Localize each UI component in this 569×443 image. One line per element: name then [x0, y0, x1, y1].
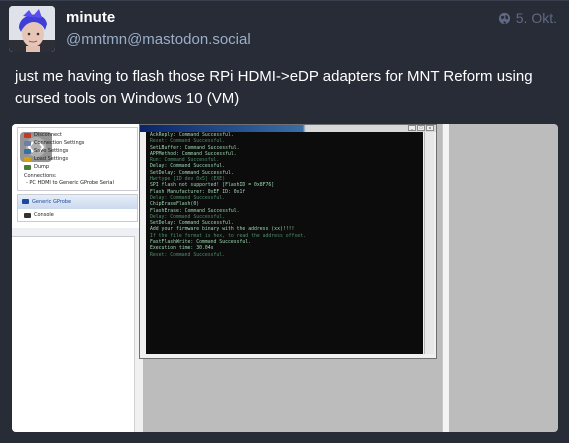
console-item[interactable]: Console [34, 212, 54, 218]
window-controls: _ □ x [408, 125, 434, 131]
load-icon [24, 157, 31, 162]
minimize-button[interactable]: _ [408, 125, 416, 131]
console-lines: AckReply: Command Successful. Reset: Comm… [150, 133, 306, 259]
disconnect-icon [24, 133, 31, 138]
console-line: Reset: Command Successful. [150, 252, 226, 258]
menu-disconnect[interactable]: Disconnect [34, 132, 62, 138]
dump-icon [24, 165, 31, 170]
probe-label[interactable]: Generic GProbe [18, 195, 137, 209]
divider [0, 0, 569, 1]
save-icon [24, 149, 31, 154]
menu-load-settings[interactable]: Load Settings [34, 156, 68, 162]
maximize-button[interactable]: □ [417, 125, 425, 131]
right-scrollbar[interactable] [442, 124, 449, 432]
post-content: just me having to flash those RPi HDMI->… [15, 68, 533, 107]
connection-entry[interactable]: - PC HDMI to Generic GProbe Serial [26, 180, 114, 186]
status-post: minute @mntmn@mastodon.social 5. Okt. ju… [0, 0, 569, 443]
globe-icon [498, 12, 510, 24]
console-scrollbar[interactable] [424, 132, 434, 354]
console-icon [24, 213, 31, 218]
sub-toolbar [12, 228, 142, 237]
settings-icon [24, 141, 31, 146]
connections-label: Connections: [24, 173, 57, 179]
probe-icon [22, 199, 29, 204]
console-window: _ □ x AckReply: Command Successful. Reset… [139, 124, 437, 359]
avatar-image [9, 6, 55, 52]
console-output: AckReply: Command Successful. Reset: Comm… [146, 132, 423, 354]
close-button[interactable]: x [426, 125, 434, 131]
account-handle[interactable]: @mntmn@mastodon.social [66, 31, 251, 48]
media-attachment[interactable]: Disconnect Connection Settings Save Sett… [12, 124, 558, 432]
menu-save-settings[interactable]: Save Settings [34, 148, 68, 154]
console-line: Add your firmware binary with the addres… [150, 227, 295, 233]
gprobe-sidebar: Disconnect Connection Settings Save Sett… [12, 124, 143, 432]
menu-connection-settings[interactable]: Connection Settings [34, 140, 84, 146]
connection-panel: Disconnect Connection Settings Save Sett… [17, 127, 138, 191]
avatar[interactable] [9, 6, 55, 52]
display-name[interactable]: minute [66, 9, 115, 26]
menu-dump[interactable]: Dump [34, 164, 49, 170]
post-meta: 5. Okt. [498, 10, 557, 26]
probe-panel: Generic GProbe Console [17, 194, 138, 222]
console-titlebar[interactable] [140, 125, 436, 132]
timestamp-link[interactable]: 5. Okt. [516, 10, 557, 26]
